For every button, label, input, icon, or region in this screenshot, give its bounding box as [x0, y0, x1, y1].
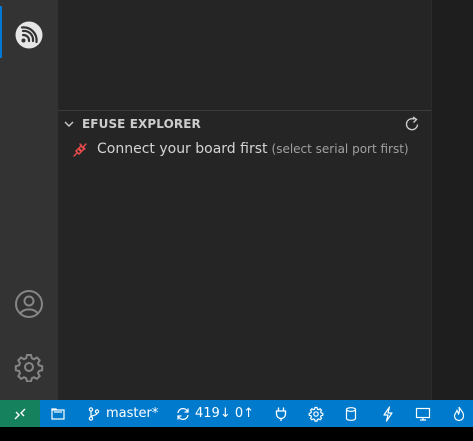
folder-icon [51, 407, 65, 420]
sync-status: 419↓ 0↑ [195, 406, 255, 421]
branch-name: master* [106, 406, 159, 421]
branch-icon [88, 406, 100, 421]
folder-button[interactable] [50, 400, 66, 427]
tree-item-description: (select serial port first) [271, 142, 409, 156]
espressif-logo-icon [15, 21, 43, 49]
build-button[interactable] [344, 400, 358, 427]
editor-area [431, 0, 473, 400]
flame-icon [453, 406, 465, 421]
connect-board-item[interactable]: Connect your board first (select serial p… [58, 138, 431, 162]
account-icon [15, 290, 43, 318]
config-button[interactable] [308, 400, 324, 427]
monitor-button[interactable] [415, 400, 431, 427]
side-bar: EFUSE EXPLORER Connect your board first(… [58, 0, 431, 400]
gear-icon [14, 354, 44, 382]
branch-button[interactable]: master* [86, 400, 158, 427]
status-bar: master* 419↓ 0↑ [0, 400, 473, 427]
sync-button[interactable]: 419↓ 0↑ [175, 400, 254, 427]
port-button[interactable] [274, 400, 288, 427]
remote-indicator[interactable] [0, 400, 40, 427]
accounts-button[interactable] [0, 275, 58, 333]
manage-button[interactable] [0, 338, 58, 396]
section-title: EFUSE EXPLORER [82, 117, 201, 131]
gear-icon [308, 406, 324, 422]
sync-icon [177, 407, 189, 420]
chevron-down-icon [64, 121, 74, 127]
efuse-explorer-header[interactable]: EFUSE EXPLORER [58, 112, 431, 136]
activity-bar [0, 0, 58, 400]
database-icon [345, 406, 357, 421]
build-flash-monitor-button[interactable] [452, 400, 466, 427]
plug-icon [73, 143, 87, 157]
flash-button[interactable] [381, 400, 395, 427]
section-divider [58, 110, 431, 111]
refresh-icon[interactable] [403, 115, 421, 133]
window-bottom-edge [0, 427, 473, 441]
plug-icon [275, 407, 287, 421]
monitor-icon [415, 407, 431, 421]
editor-edge [431, 0, 432, 400]
flash-icon [383, 405, 393, 422]
remote-icon [14, 408, 26, 419]
tree-item-label: Connect your board first (select serial p… [97, 141, 409, 157]
espressif-explorer-button[interactable] [0, 6, 58, 64]
